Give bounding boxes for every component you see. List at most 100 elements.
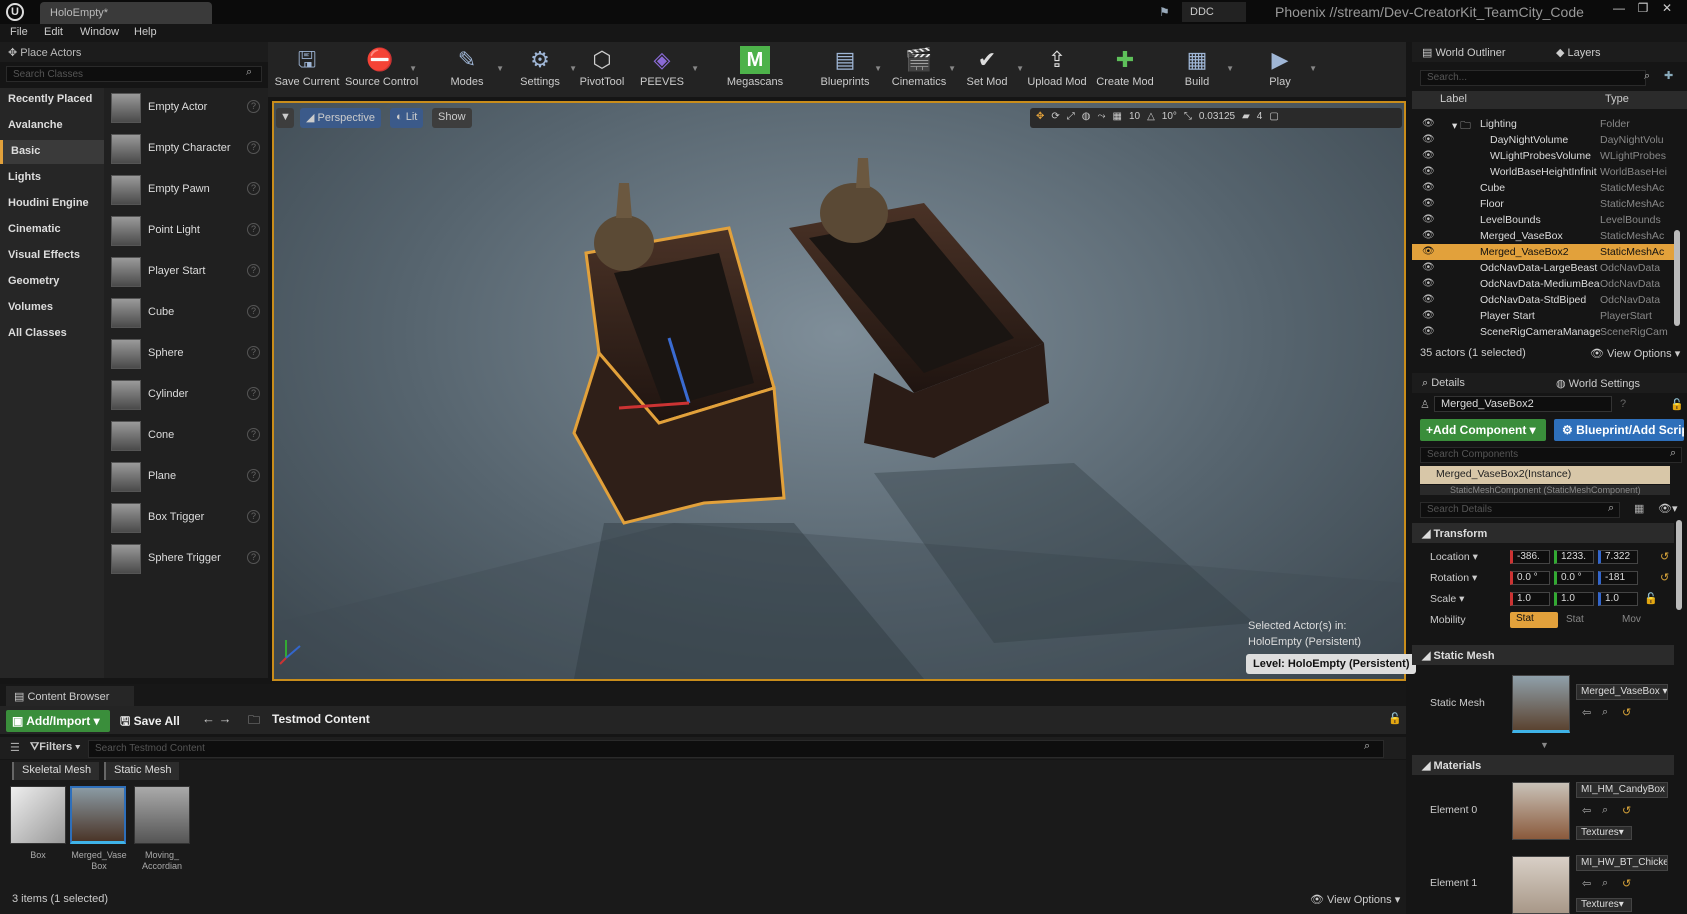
material-0-combo[interactable]: MI_HM_CandyBox ▾ xyxy=(1576,782,1668,798)
outliner-row[interactable]: 👁 Merged_VaseBox StaticMeshAc xyxy=(1412,228,1674,244)
view-options-button[interactable]: 👁 View Options ▾ xyxy=(1310,893,1400,906)
outliner-row[interactable]: 👁 LevelBounds LevelBounds xyxy=(1412,212,1674,228)
help-icon[interactable]: ? xyxy=(247,100,260,113)
material-0-thumbnail[interactable] xyxy=(1512,782,1570,840)
reset-arrow-icon[interactable]: ↺ xyxy=(1660,571,1669,584)
location-z-field[interactable]: 7.322 xyxy=(1598,550,1638,564)
cinematics-button[interactable]: 🎬 Cinematics ▼ xyxy=(884,42,956,97)
dropdown-arrow-icon[interactable]: ▼ xyxy=(691,64,699,73)
outliner-row[interactable]: 👁 Cube StaticMeshAc xyxy=(1412,180,1674,196)
actor-item-cylinder[interactable]: Cylinder? xyxy=(108,377,268,413)
category-visual-effects[interactable]: Visual Effects xyxy=(0,244,104,268)
move-tool-icon[interactable]: ✥ xyxy=(1036,111,1044,122)
search-icon[interactable]: ⌕ xyxy=(246,66,252,79)
help-icon[interactable]: ? xyxy=(247,223,260,236)
asset-thumb-box[interactable] xyxy=(10,786,66,844)
menu-window[interactable]: Window xyxy=(80,26,119,38)
reset-arrow-icon[interactable]: ↺ xyxy=(1660,550,1669,563)
rotation-z-field[interactable]: -181 xyxy=(1598,571,1638,585)
rotate-tool-icon[interactable]: ⟳ xyxy=(1051,111,1059,122)
material-1-combo[interactable]: MI_HW_BT_Chicken ▾ xyxy=(1576,855,1668,871)
help-icon[interactable]: ? xyxy=(247,264,260,277)
actor-name-field[interactable]: Merged_VaseBox2 xyxy=(1434,396,1612,412)
help-icon[interactable]: ? xyxy=(247,182,260,195)
save-current-button[interactable]: 🖫 Save Current xyxy=(272,42,342,97)
actor-item-sphere[interactable]: Sphere? xyxy=(108,336,268,372)
static-mesh-component-row[interactable]: StaticMeshComponent (StaticMeshComponent… xyxy=(1420,485,1670,495)
layers-tab[interactable]: ◆ Layers xyxy=(1556,46,1601,59)
add-component-button[interactable]: +Add Component ▾ xyxy=(1420,419,1546,441)
grid-snap-value[interactable]: 10 xyxy=(1129,111,1140,122)
dropdown-arrow-icon[interactable]: ▼ xyxy=(1226,64,1234,73)
ddc-status[interactable]: DDC xyxy=(1182,2,1246,22)
outliner-view-options[interactable]: 👁 View Options ▾ xyxy=(1590,347,1680,360)
minimize-icon[interactable]: — xyxy=(1608,0,1630,18)
rotation-y-field[interactable]: 0.0 ° xyxy=(1554,571,1594,585)
perspective-button[interactable]: ◢ Perspective xyxy=(300,108,381,128)
reset-arrow-icon[interactable]: ↺ xyxy=(1622,706,1631,719)
property-matrix-icon[interactable]: ▦ xyxy=(1634,502,1644,515)
column-label[interactable]: Label xyxy=(1440,93,1467,105)
lock-icon[interactable]: 🔓 xyxy=(1388,712,1402,725)
scale-tool-icon[interactable]: ⤢ xyxy=(1067,111,1075,122)
details-scrollbar[interactable] xyxy=(1676,520,1682,610)
transform-section[interactable]: ◢ Transform xyxy=(1412,523,1674,543)
category-houdini-engine[interactable]: Houdini Engine xyxy=(0,192,104,216)
outliner-row[interactable]: 👁 WLightProbesVolume WLightProbes xyxy=(1412,148,1674,164)
dropdown-arrow-icon[interactable]: ▼ xyxy=(409,64,417,73)
maximize-viewport-icon[interactable]: ▢ xyxy=(1269,111,1278,122)
visibility-eye-icon[interactable]: 👁 xyxy=(1422,246,1435,257)
actor-item-cube[interactable]: Cube? xyxy=(108,295,268,331)
visibility-eye-icon[interactable]: 👁 xyxy=(1422,134,1435,145)
visibility-eye-icon[interactable]: 👁 xyxy=(1422,326,1435,337)
forward-arrow-icon[interactable]: → xyxy=(219,711,232,726)
materials-section[interactable]: ◢ Materials xyxy=(1412,755,1674,775)
outliner-row[interactable]: 👁 Player Start PlayerStart xyxy=(1412,308,1674,324)
camera-speed-value[interactable]: 4 xyxy=(1257,111,1263,122)
actor-item-cone[interactable]: Cone? xyxy=(108,418,268,454)
megascans-button[interactable]: M Megascans xyxy=(720,42,790,97)
close-icon[interactable]: ✕ xyxy=(1656,0,1678,18)
play-button[interactable]: ▶ Play ▼ xyxy=(1245,42,1317,97)
content-browser-tab[interactable]: ▤ Content Browser xyxy=(6,686,134,706)
outliner-row[interactable]: 👁 OdcNavData-LargeBeast OdcNavData xyxy=(1412,260,1674,276)
save-all-button[interactable]: 🖫 Save All xyxy=(120,712,180,733)
scale-lock-icon[interactable]: 🔓 xyxy=(1644,592,1658,605)
outliner-row[interactable]: 👁 OdcNavData-MediumBea OdcNavData xyxy=(1412,276,1674,292)
category-avalanche[interactable]: Avalanche xyxy=(0,114,104,138)
scale-x-field[interactable]: 1.0 xyxy=(1510,592,1550,606)
asset-thumb-merged-vase-box[interactable] xyxy=(70,786,126,844)
actor-item-empty-actor[interactable]: Empty Actor? xyxy=(108,90,268,126)
search-classes-input[interactable]: Search Classes xyxy=(6,66,262,82)
help-icon[interactable]: ? xyxy=(247,428,260,441)
world-outliner-tab[interactable]: ▤ World Outliner xyxy=(1422,46,1506,59)
outliner-row-selected[interactable]: 👁 Merged_VaseBox2 StaticMeshAc xyxy=(1412,244,1674,260)
reset-arrow-icon[interactable]: ↺ xyxy=(1622,877,1631,890)
outliner-search-input[interactable]: Search... xyxy=(1420,70,1646,86)
outliner-scrollbar[interactable] xyxy=(1674,230,1680,326)
search-icon[interactable]: ⌕ xyxy=(1670,447,1676,460)
visibility-eye-icon[interactable]: 👁 xyxy=(1422,278,1435,289)
filter-tag-static-mesh[interactable]: Static Mesh xyxy=(104,762,180,780)
dropdown-arrow-icon[interactable]: ▼ xyxy=(496,64,504,73)
scale-z-field[interactable]: 1.0 xyxy=(1598,592,1638,606)
actor-item-sphere-trigger[interactable]: Sphere Trigger? xyxy=(108,541,268,577)
scale-snap-value[interactable]: 0.03125 xyxy=(1199,111,1235,122)
actor-item-box-trigger[interactable]: Box Trigger? xyxy=(108,500,268,536)
scale-snap-icon[interactable]: ⤡ xyxy=(1184,111,1192,122)
actor-item-point-light[interactable]: Point Light? xyxy=(108,213,268,249)
location-x-field[interactable]: -386. xyxy=(1510,550,1550,564)
visibility-eye-icon[interactable]: 👁 xyxy=(1422,310,1435,321)
upload-mod-button[interactable]: ⇪ Upload Mod xyxy=(1022,42,1092,97)
settings-button[interactable]: ⚙ Settings ▼ xyxy=(505,42,577,97)
category-basic[interactable]: Basic xyxy=(0,140,104,164)
menu-edit[interactable]: Edit xyxy=(44,26,63,38)
expand-arrow-icon[interactable]: ▼ xyxy=(1540,740,1549,750)
outliner-row[interactable]: 👁 OdcNavData-StdBiped OdcNavData xyxy=(1412,292,1674,308)
help-icon[interactable]: ? xyxy=(247,510,260,523)
visibility-eye-icon[interactable]: 👁 xyxy=(1422,214,1435,225)
menu-file[interactable]: File xyxy=(10,26,28,38)
outliner-row[interactable]: 👁 ▾ 🗀 Lighting Folder xyxy=(1412,116,1674,132)
eye-icon[interactable]: 👁▾ xyxy=(1658,502,1678,515)
filters-button[interactable]: ⛛Filters ▾ xyxy=(30,741,80,754)
